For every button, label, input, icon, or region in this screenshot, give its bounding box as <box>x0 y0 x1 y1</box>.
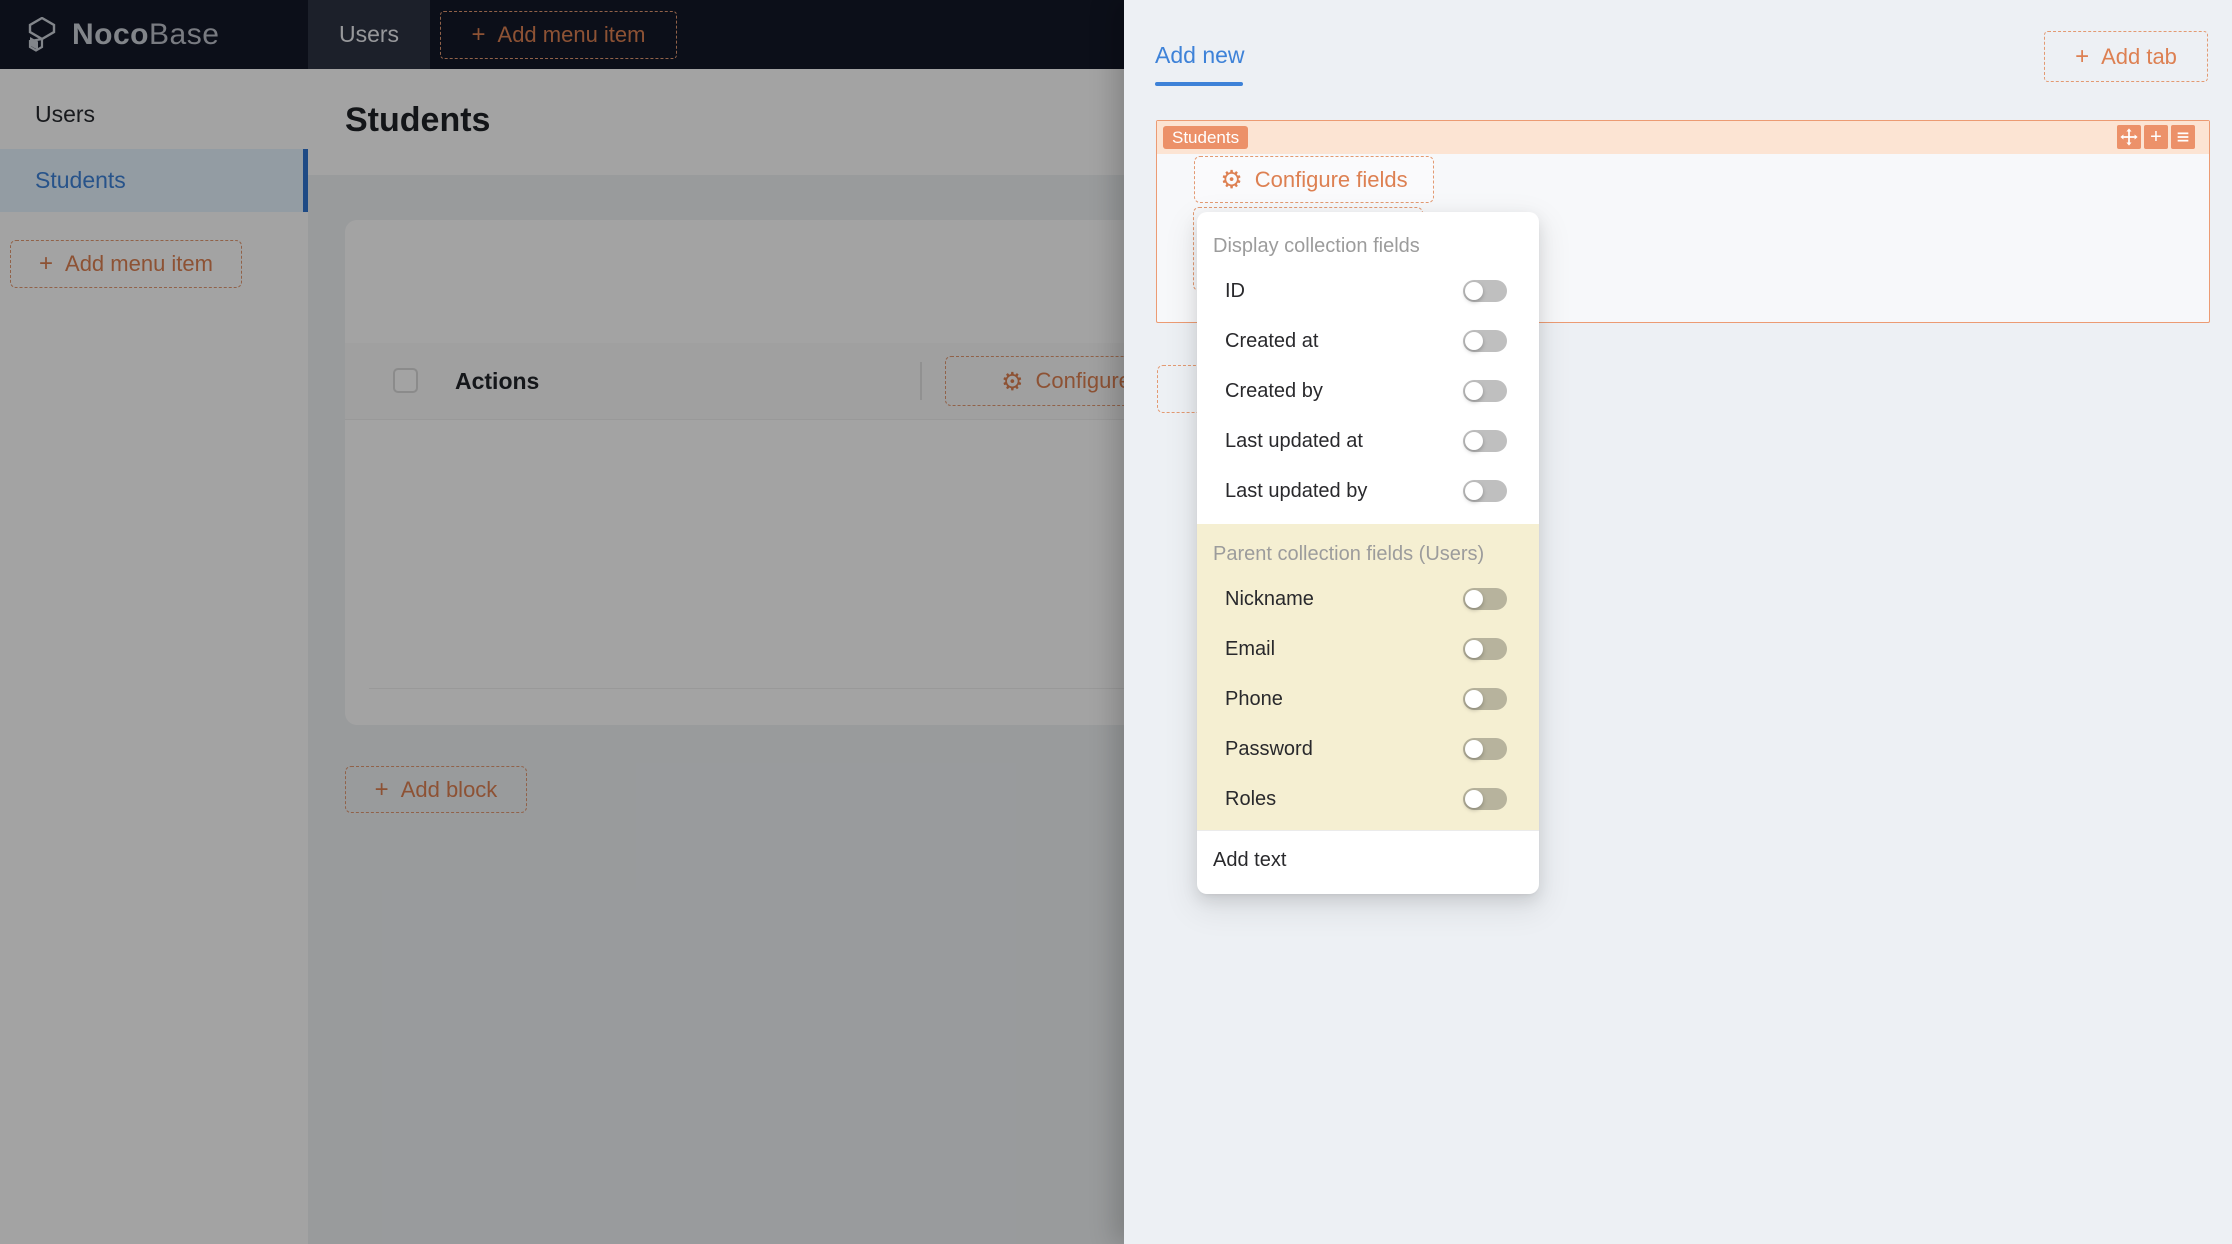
group-title: Parent collection fields (Users) <box>1213 542 1485 565</box>
field-menu-item-created-by[interactable]: Created by <box>1197 366 1539 416</box>
field-label: Created at <box>1225 329 1319 352</box>
field-label: ID <box>1225 279 1245 302</box>
field-menu-item-email[interactable]: Email <box>1197 624 1539 674</box>
add-tab-button[interactable]: + Add tab <box>2044 31 2208 82</box>
configure-fields-button[interactable]: ⚙ Configure fields <box>1194 156 1434 203</box>
app-root: NocoBase Users + Add menu item Users Stu… <box>0 0 2232 1244</box>
field-label: Roles <box>1225 787 1277 810</box>
drag-handle-icon[interactable] <box>2117 125 2141 149</box>
plus-icon: + <box>2075 42 2090 70</box>
field-toggle[interactable] <box>1463 688 1507 710</box>
insert-plus-icon[interactable]: + <box>2144 125 2168 149</box>
field-label: Nickname <box>1225 587 1314 610</box>
field-toggle[interactable] <box>1463 480 1507 502</box>
field-menu-item-roles[interactable]: Roles <box>1197 774 1539 824</box>
field-menu-item-last-updated-by[interactable]: Last updated by <box>1197 466 1539 516</box>
field-label: Password <box>1225 737 1313 760</box>
designer-menu-icon[interactable] <box>2171 125 2195 149</box>
plus-icon: + <box>2150 126 2162 148</box>
field-label: Last updated at <box>1225 429 1363 452</box>
field-label: Phone <box>1225 687 1283 710</box>
add-text-menu-item[interactable]: Add text <box>1197 830 1539 890</box>
designer-toolbar: + <box>2117 125 2195 149</box>
field-menu-item-created-at[interactable]: Created at <box>1197 316 1539 366</box>
field-toggle[interactable] <box>1463 788 1507 810</box>
field-menu-item-id[interactable]: ID <box>1197 266 1539 316</box>
group-title: Display collection fields <box>1213 234 1420 257</box>
parent-fields-group: Parent collection fields (Users) Nicknam… <box>1197 524 1539 830</box>
configure-fields-dropdown: Display collection fields ID Created at … <box>1197 212 1539 894</box>
field-toggle[interactable] <box>1463 430 1507 452</box>
collection-tag: Students <box>1163 126 1249 149</box>
field-toggle[interactable] <box>1463 280 1507 302</box>
field-menu-item-last-updated-at[interactable]: Last updated at <box>1197 416 1539 466</box>
configure-fields-label: Configure fields <box>1254 166 1408 192</box>
field-toggle[interactable] <box>1463 380 1507 402</box>
field-toggle[interactable] <box>1463 638 1507 660</box>
field-label: Email <box>1225 637 1276 660</box>
tab-ink-bar <box>1155 82 1243 86</box>
add-tab-label: Add tab <box>2101 43 2177 69</box>
field-toggle[interactable] <box>1463 738 1507 760</box>
field-toggle[interactable] <box>1463 588 1507 610</box>
drawer-tab-add-new[interactable]: Add new <box>1155 42 1245 69</box>
field-menu-item-phone[interactable]: Phone <box>1197 674 1539 724</box>
display-fields-group: Display collection fields ID Created at … <box>1197 226 1539 516</box>
drawer-mask[interactable] <box>0 0 1124 1244</box>
gear-icon: ⚙ <box>1220 166 1243 194</box>
field-label: Created by <box>1225 379 1323 402</box>
field-menu-item-password[interactable]: Password <box>1197 724 1539 774</box>
designer-highlight-band <box>1157 121 2209 154</box>
field-toggle[interactable] <box>1463 330 1507 352</box>
field-label: Last updated by <box>1225 479 1368 502</box>
field-menu-item-nickname[interactable]: Nickname <box>1197 574 1539 624</box>
